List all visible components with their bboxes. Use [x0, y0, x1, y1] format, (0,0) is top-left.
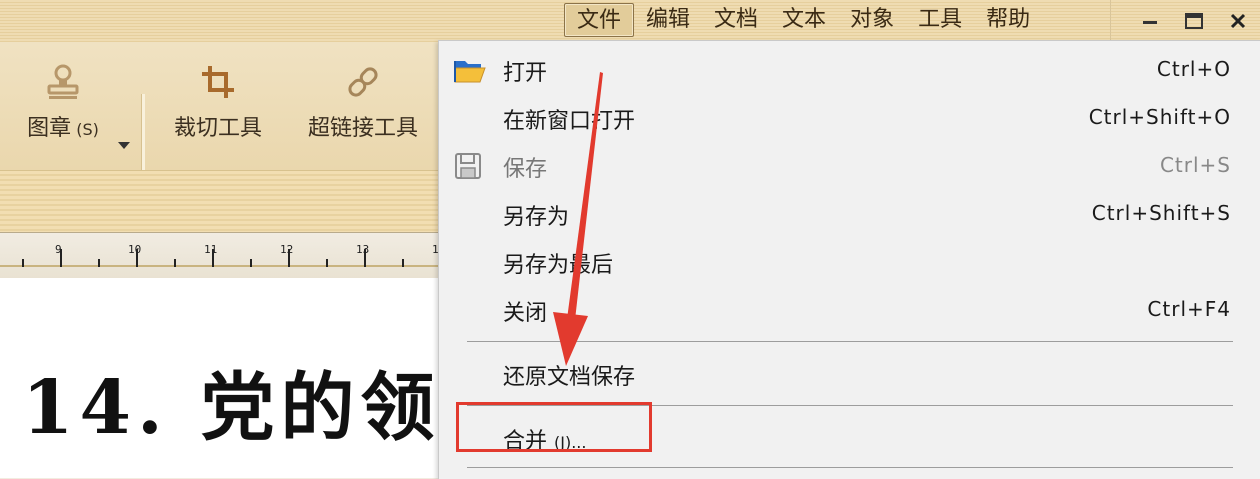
close-icon — [1230, 13, 1246, 29]
menu-item-shortcut: Ctrl+S — [1159, 153, 1231, 177]
menu-item-shortcut: Ctrl+Shift+S — [1091, 201, 1231, 225]
menu-item-save-as[interactable]: 另存为 Ctrl+Shift+S — [439, 191, 1260, 237]
ruler-minor-tick — [402, 259, 404, 267]
hyperlink-tool-button[interactable]: 超链接工具 — [300, 62, 426, 142]
menu-file[interactable]: 文件 — [564, 3, 635, 37]
ruler-minor-tick — [22, 259, 24, 267]
ruler-label: 12 — [280, 243, 294, 256]
folder-open-icon — [454, 61, 486, 83]
menu-item-label: 另存为最后 — [503, 253, 614, 278]
menu-item-save[interactable]: 保存 Ctrl+S — [439, 143, 1260, 189]
menu-item-label: 打开 — [503, 61, 548, 86]
ruler-baseline — [0, 265, 440, 267]
document-page[interactable]: 14. 党的领导 — [0, 278, 515, 478]
stamp-icon — [47, 64, 79, 99]
stamp-tool-hotkey: (S) — [76, 120, 99, 139]
crop-icon — [202, 66, 234, 98]
ruler-label: 11 — [204, 243, 218, 256]
stamp-tool-label: 图章 — [27, 116, 72, 141]
close-button[interactable] — [1216, 0, 1260, 42]
menu-text[interactable]: 文本 — [770, 3, 838, 37]
menu-object[interactable]: 对象 — [838, 3, 906, 37]
save-icon — [455, 153, 481, 179]
window-controls-divider — [1110, 0, 1111, 42]
menu-item-shortcut: Ctrl+O — [1156, 57, 1231, 81]
menu-item-label: 保存 — [503, 157, 548, 182]
menu-edit[interactable]: 编辑 — [634, 3, 702, 37]
menu-item-label: 在新窗口打开 — [503, 109, 636, 134]
window-controls — [1128, 0, 1260, 42]
menu-item-label: 还原文档保存 — [503, 365, 636, 390]
menu-item-revert-document[interactable]: 还原文档保存 — [439, 351, 1260, 397]
menu-help[interactable]: 帮助 — [974, 3, 1042, 37]
title-bar: 文件 编辑 文档 文本 对象 工具 帮助 — [0, 0, 1260, 42]
ruler-minor-tick — [326, 259, 328, 267]
menu-bar: 文件 编辑 文档 文本 对象 工具 帮助 — [564, 2, 1042, 38]
hyperlink-tool-label: 超链接工具 — [307, 116, 418, 141]
ruler-minor-tick — [98, 259, 100, 267]
menu-separator — [467, 341, 1233, 342]
minimize-icon — [1143, 21, 1157, 24]
ruler-minor-tick — [250, 259, 252, 267]
crop-tool-label: 裁切工具 — [173, 116, 262, 141]
menu-item-close[interactable]: 关闭 Ctrl+F4 — [439, 287, 1260, 333]
stamp-tool-button[interactable]: 图章 (S) — [18, 62, 108, 142]
link-icon — [348, 67, 378, 97]
maximize-icon — [1185, 13, 1203, 29]
menu-tools[interactable]: 工具 — [906, 3, 974, 37]
menu-item-open[interactable]: 打开 Ctrl+O — [439, 47, 1260, 93]
ruler-minor-tick — [174, 259, 176, 267]
highlight-box — [456, 402, 652, 452]
menu-item-open-in-new-window[interactable]: 在新窗口打开 Ctrl+Shift+O — [439, 95, 1260, 141]
menu-item-shortcut: Ctrl+Shift+O — [1088, 105, 1231, 129]
menu-document[interactable]: 文档 — [702, 3, 770, 37]
menu-item-save-as-final[interactable]: 另存为最后 — [439, 239, 1260, 285]
ruler-label: 13 — [356, 243, 370, 256]
menu-item-label: 另存为 — [503, 205, 570, 230]
ruler-label: 9 — [55, 243, 62, 256]
horizontal-ruler[interactable]: 9 10 11 12 13 1 — [0, 232, 440, 279]
menu-item-shortcut: Ctrl+F4 — [1147, 297, 1231, 321]
maximize-button[interactable] — [1172, 0, 1216, 42]
minimize-button[interactable] — [1128, 0, 1172, 42]
menu-item-label: 关闭 — [503, 301, 548, 326]
ruler-label: 10 — [128, 243, 142, 256]
menu-separator — [467, 467, 1233, 468]
crop-tool-button[interactable]: 裁切工具 — [166, 62, 270, 142]
stamp-dropdown-caret[interactable] — [118, 142, 130, 149]
